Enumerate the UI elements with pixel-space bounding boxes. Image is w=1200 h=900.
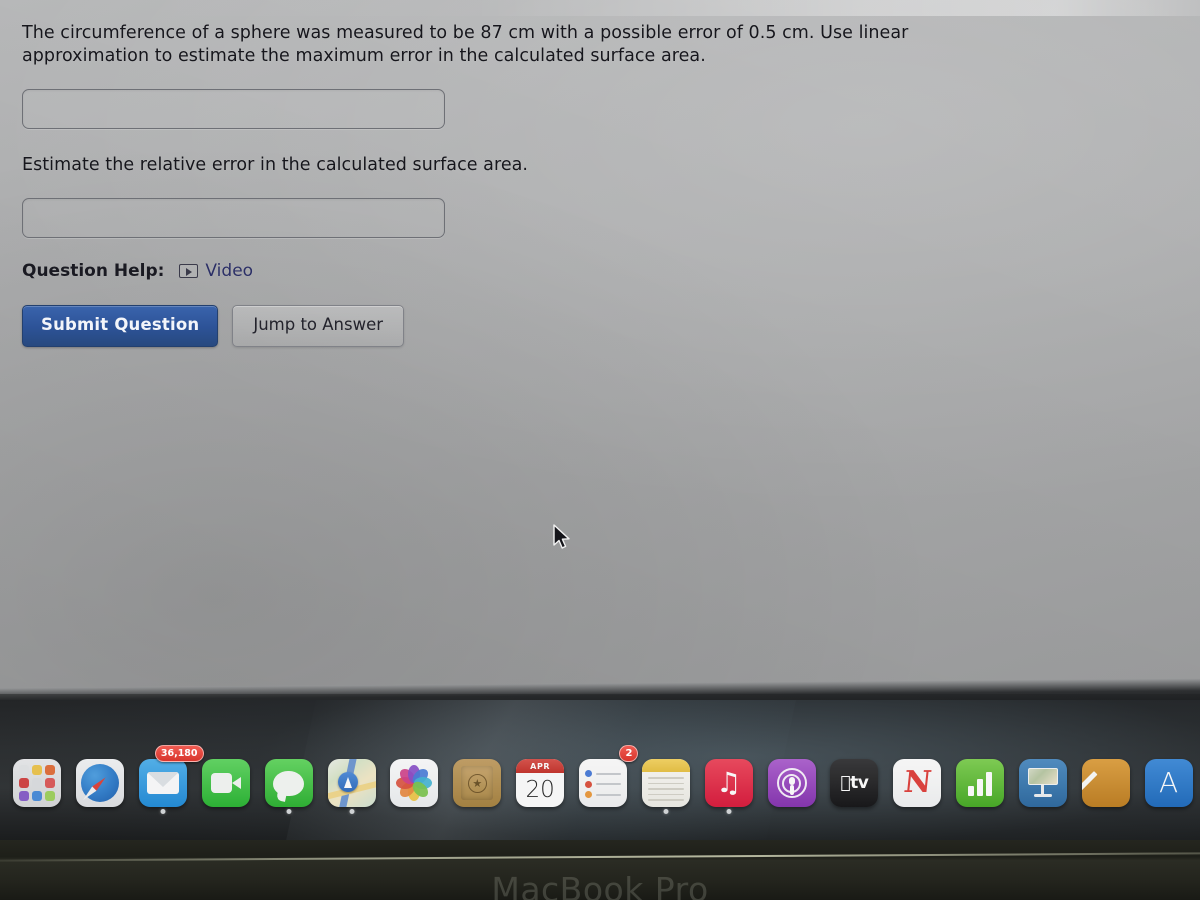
running-indicator xyxy=(726,809,732,814)
mail-icon xyxy=(139,759,188,807)
mail-unread-badge: 36,180 xyxy=(154,745,204,762)
dock-item-maps[interactable] xyxy=(320,750,383,816)
apple-tv-icon: tv xyxy=(830,759,879,807)
macbook-pro-label: MacBook Pro xyxy=(491,870,709,900)
contacts-icon: ★ xyxy=(453,759,502,807)
question-help-row: Question Help: Video xyxy=(22,261,1200,281)
dock-item-numbers[interactable] xyxy=(949,750,1012,816)
running-indicator xyxy=(663,809,669,814)
dock-item-music[interactable]: ♫ xyxy=(697,750,760,816)
dock-item-news[interactable]: N xyxy=(886,750,949,816)
question-2-text: Estimate the relative error in the calcu… xyxy=(22,155,529,175)
dock-item-launchpad[interactable] xyxy=(6,750,69,816)
question-help-label: Question Help: xyxy=(22,261,165,281)
dock-item-reminders[interactable]: 2 xyxy=(572,745,639,816)
dock-item-facetime[interactable] xyxy=(195,750,258,816)
quiz-page: The circumference of a sphere was measur… xyxy=(0,0,1200,347)
app-store-icon: A xyxy=(1144,759,1193,807)
dock-item-messages[interactable] xyxy=(257,750,320,816)
laptop-lower-body: MacBook Pro xyxy=(0,840,1200,900)
answer-input-2[interactable] xyxy=(22,198,445,238)
macos-dock: 36,180 ★ APR 20 2 ♫ tv N A xyxy=(0,745,1200,818)
dock-item-apple-tv[interactable]: tv xyxy=(823,750,886,816)
news-icon: N xyxy=(893,759,942,807)
music-glyph: ♫ xyxy=(716,766,742,799)
running-indicator xyxy=(160,809,166,814)
jump-to-answer-button[interactable]: Jump to Answer xyxy=(232,305,405,347)
reminders-icon xyxy=(579,759,628,807)
notes-icon xyxy=(641,759,690,807)
dock-item-keynote[interactable] xyxy=(1012,750,1075,816)
news-glyph: N xyxy=(901,765,933,800)
music-note-icon: ♫ xyxy=(704,759,753,807)
submit-question-button[interactable]: Submit Question xyxy=(22,305,219,347)
mouse-cursor xyxy=(552,524,572,556)
calendar-icon: APR 20 xyxy=(516,759,565,807)
hinge-highlight xyxy=(0,852,1200,862)
podcasts-icon xyxy=(767,759,816,807)
video-help-link[interactable]: Video xyxy=(179,261,253,281)
answer-input-1[interactable] xyxy=(22,89,445,129)
facetime-icon xyxy=(201,759,250,807)
maps-icon xyxy=(327,759,376,807)
launchpad-icon xyxy=(13,759,62,807)
laptop-screen: The circumference of a sphere was measur… xyxy=(0,0,1200,694)
question-1-text: The circumference of a sphere was measur… xyxy=(22,23,909,66)
dock-item-calendar[interactable]: APR 20 xyxy=(509,750,572,816)
calendar-month-label: APR xyxy=(516,759,565,773)
dock-region: 36,180 ★ APR 20 2 ♫ tv N A xyxy=(0,700,1200,842)
dock-item-pages[interactable] xyxy=(1074,750,1137,816)
dock-item-safari[interactable] xyxy=(69,750,132,816)
calendar-day-label: 20 xyxy=(525,777,555,803)
dock-item-podcasts[interactable] xyxy=(760,750,823,816)
pages-pencil-icon xyxy=(1081,759,1130,807)
messages-icon xyxy=(264,759,313,807)
running-indicator xyxy=(349,809,355,814)
dock-item-app-store[interactable]: A xyxy=(1137,750,1200,816)
photos-icon xyxy=(390,759,439,807)
running-indicator xyxy=(286,809,292,814)
laptop-photo: The circumference of a sphere was measur… xyxy=(0,0,1200,900)
action-button-row: Submit Question Jump to Answer xyxy=(22,305,1200,347)
safari-icon xyxy=(76,759,125,807)
app-store-glyph: A xyxy=(1159,766,1179,799)
dock-item-notes[interactable] xyxy=(634,750,697,816)
dock-item-mail[interactable]: 36,180 xyxy=(132,745,204,816)
play-video-icon xyxy=(179,264,199,278)
dock-item-photos[interactable] xyxy=(383,750,446,816)
keynote-podium-icon xyxy=(1018,759,1067,807)
numbers-chart-icon xyxy=(956,759,1005,807)
reminders-count-badge: 2 xyxy=(619,745,639,762)
video-link-label: Video xyxy=(205,261,254,281)
apple-tv-glyph: tv xyxy=(840,773,868,793)
dock-item-contacts[interactable]: ★ xyxy=(446,750,509,816)
